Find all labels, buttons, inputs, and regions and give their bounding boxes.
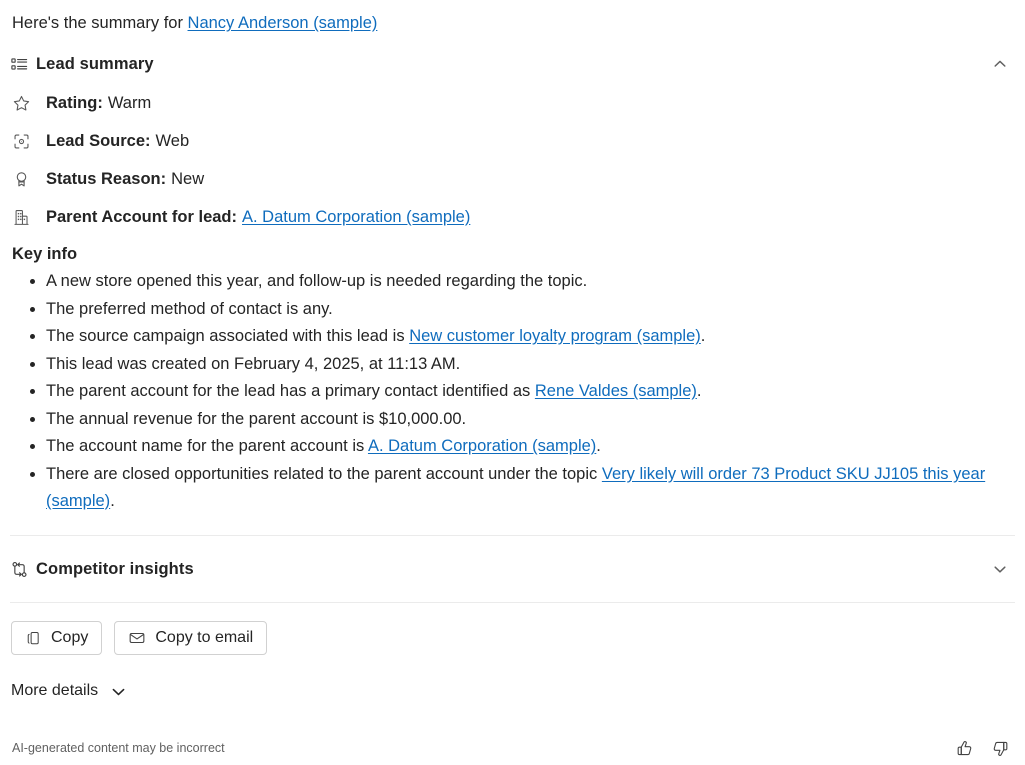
chevron-up-icon[interactable] — [985, 56, 1015, 72]
key-info-bullet-text: . — [110, 491, 115, 510]
bulleted-list-icon — [10, 55, 36, 74]
intro-line: Here's the summary for Nancy Anderson (s… — [12, 12, 377, 34]
lead-summary-title: Lead summary — [36, 54, 154, 73]
feedback-controls — [953, 737, 1011, 759]
intro-prefix: Here's the summary for — [12, 14, 188, 32]
more-details-label: More details — [11, 682, 99, 699]
copy-button-label: Copy — [51, 629, 89, 646]
competitor-insights-title: Competitor insights — [36, 559, 194, 578]
copy-to-email-button-label: Copy to email — [155, 629, 254, 646]
ai-disclaimer-text: AI-generated content may be incorrect — [12, 741, 225, 755]
field-value-rating: Warm — [107, 93, 152, 112]
key-info-bullet-list: A new store opened this year, and follow… — [12, 268, 1012, 515]
key-info-bullet-link[interactable]: A. Datum Corporation (sample) — [368, 437, 596, 455]
competitor-insights-section-header[interactable]: Competitor insights — [10, 552, 1015, 586]
building-icon — [12, 208, 46, 227]
key-info-bullet: The preferred method of contact is any. — [30, 296, 1012, 323]
field-label-lead-source: Lead Source: — [46, 131, 151, 150]
field-row-status-reason: Status Reason: New — [12, 167, 204, 191]
field-label-rating: Rating: — [46, 93, 103, 112]
mail-icon — [128, 629, 146, 647]
field-value-lead-source: Web — [155, 131, 190, 150]
chevron-down-icon[interactable] — [985, 561, 1015, 577]
field-row-lead-source: Lead Source: Web — [12, 129, 189, 153]
key-info-bullet-text: The annual revenue for the parent accoun… — [46, 409, 467, 428]
key-info-bullet-text: . — [700, 327, 706, 345]
key-info-bullet: There are closed opportunities related t… — [30, 461, 1012, 515]
key-info-bullet: The account name for the parent account … — [30, 433, 1012, 460]
key-info-bullet-text: The parent account for the lead has a pr… — [46, 382, 535, 400]
divider-below-competitor-insights — [10, 602, 1015, 603]
lead-summary-card: Here's the summary for Nancy Anderson (s… — [0, 0, 1025, 765]
action-button-row: Copy Copy to email — [11, 621, 268, 655]
thumbs-down-icon[interactable] — [989, 737, 1011, 759]
key-info-bullet: A new store opened this year, and follow… — [30, 268, 1012, 295]
field-label-status-reason: Status Reason: — [46, 169, 167, 188]
key-info-heading: Key info — [12, 245, 78, 263]
key-info-bullet: The source campaign associated with this… — [30, 323, 1012, 350]
thumbs-up-icon[interactable] — [953, 737, 975, 759]
key-info-bullet: The annual revenue for the parent accoun… — [30, 406, 1012, 433]
divider-above-competitor-insights — [10, 535, 1015, 536]
key-info-bullet-text: A new store opened this year, and follow… — [46, 272, 588, 290]
key-info-bullet: The parent account for the lead has a pr… — [30, 378, 1012, 405]
key-info-bullet-text: The preferred method of contact is any. — [46, 299, 333, 318]
field-value-status-reason: New — [171, 169, 205, 188]
field-row-parent-account: Parent Account for lead: A. Datum Corpor… — [12, 205, 470, 229]
chevron-down-icon[interactable] — [110, 683, 127, 700]
field-label-parent-account: Parent Account for lead: — [46, 207, 237, 226]
more-details-toggle[interactable]: More details — [11, 682, 127, 700]
key-info-bullet: This lead was created on February 4, 202… — [30, 351, 1012, 378]
key-info-bullet-link[interactable]: Rene Valdes (sample) — [535, 382, 697, 400]
key-info-bullet-text: There are closed opportunities related t… — [46, 464, 602, 483]
key-info-bullet-text: This lead was created on February 4, 202… — [46, 354, 461, 373]
field-row-rating: Rating: Warm — [12, 91, 151, 115]
key-info-bullet-link[interactable]: New customer loyalty program (sample) — [409, 327, 701, 345]
key-info-bullet-text: . — [596, 437, 601, 455]
star-icon — [12, 94, 46, 113]
contact-link-nancy-anderson[interactable]: Nancy Anderson (sample) — [188, 14, 378, 32]
branch-flow-icon — [10, 560, 36, 579]
copy-icon — [25, 630, 42, 647]
key-info-bullet-text: The account name for the parent account … — [46, 437, 368, 455]
copy-to-email-button[interactable]: Copy to email — [114, 621, 268, 655]
ribbon-icon — [12, 170, 46, 189]
key-info-bullet-text: The source campaign associated with this… — [46, 327, 410, 345]
key-info-bullet-text: . — [696, 382, 702, 400]
lead-source-icon — [12, 132, 46, 151]
account-link-a-datum-corporation[interactable]: A. Datum Corporation (sample) — [242, 208, 470, 227]
lead-summary-section-header[interactable]: Lead summary — [10, 47, 1015, 81]
copy-button[interactable]: Copy — [11, 621, 103, 655]
